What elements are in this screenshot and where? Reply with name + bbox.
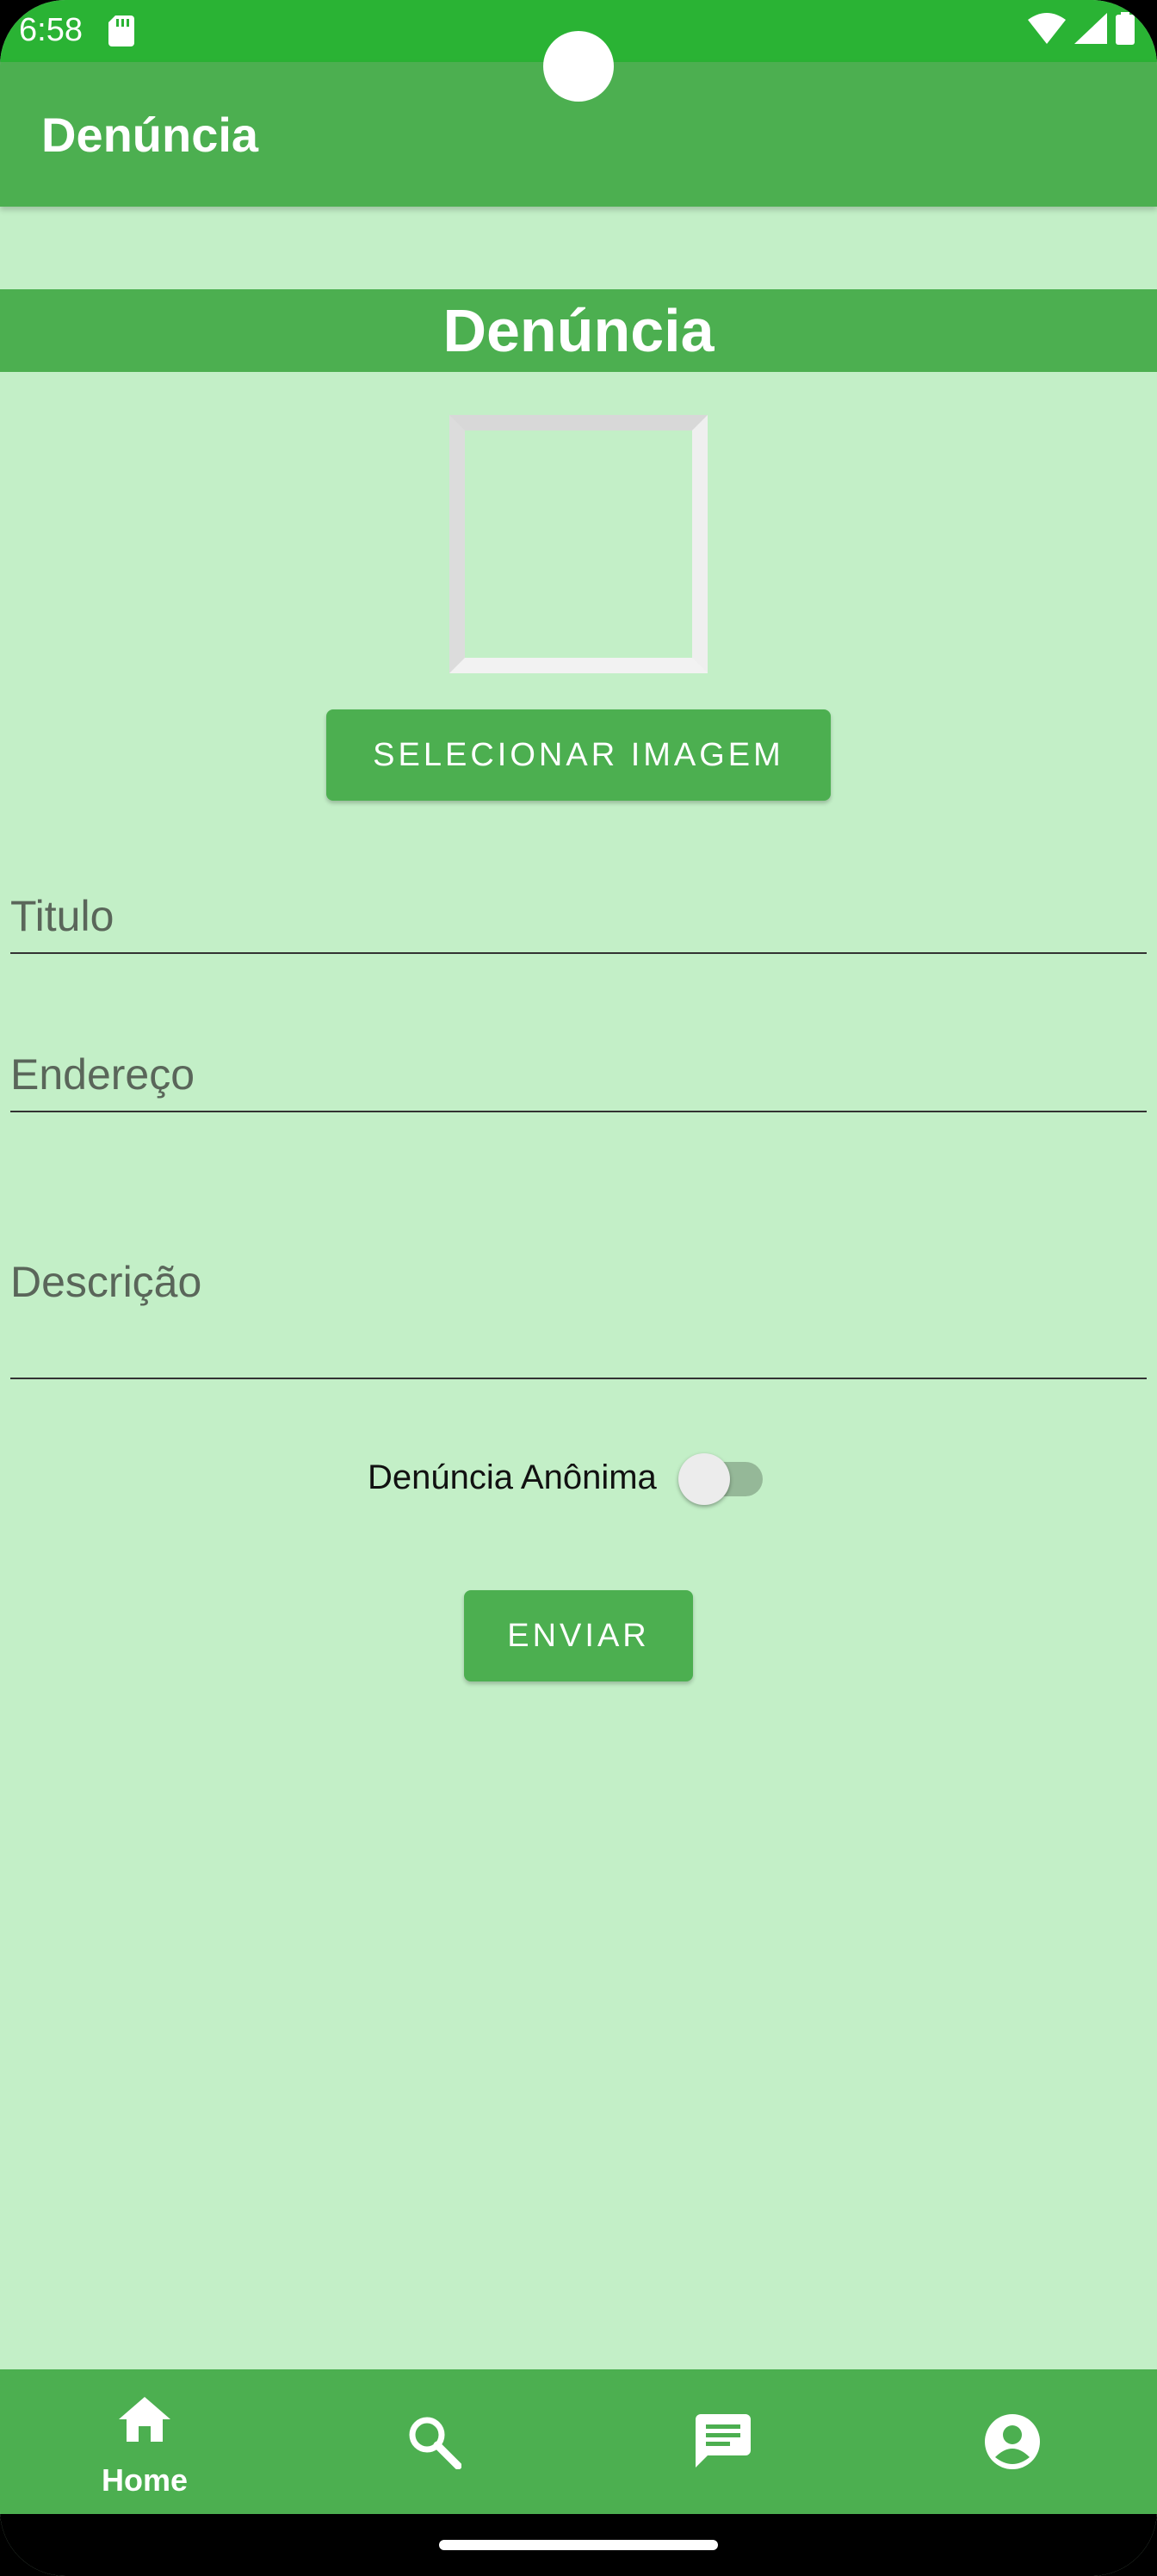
description-input[interactable]: [10, 1257, 1147, 1360]
title-input[interactable]: [10, 880, 1147, 952]
address-input[interactable]: [10, 1038, 1147, 1111]
nav-item-home-label: Home: [101, 2462, 189, 2498]
nav-item-account[interactable]: [868, 2369, 1157, 2514]
nav-item-chat[interactable]: [578, 2369, 868, 2514]
account-icon: [985, 2414, 1040, 2469]
camera-cutout: [543, 31, 614, 102]
description-field: [10, 1257, 1147, 1379]
signal-icon: [1074, 13, 1107, 44]
address-field: [10, 1038, 1147, 1112]
image-preview: [449, 415, 708, 673]
bottom-navigation: Home: [0, 2369, 1157, 2514]
nav-item-search[interactable]: [289, 2369, 578, 2514]
search-icon: [409, 2417, 461, 2469]
form-header-title: Denúncia: [442, 297, 715, 364]
anonymous-switch-thumb[interactable]: [678, 1453, 730, 1505]
gesture-handle[interactable]: [439, 2540, 718, 2550]
phone-screen: 6:58 Denúncia Denúncia SELECIONAR IMAGEM…: [0, 0, 1157, 2576]
status-icons: [1028, 12, 1135, 45]
nav-item-home[interactable]: Home: [0, 2369, 289, 2514]
chat-icon: [696, 2414, 751, 2468]
form-header: Denúncia: [0, 289, 1157, 372]
sd-card-icon: [108, 15, 134, 46]
select-image-button[interactable]: SELECIONAR IMAGEM: [326, 709, 831, 801]
home-icon: [119, 2397, 170, 2442]
wifi-icon: [1028, 13, 1066, 44]
status-time: 6:58: [19, 12, 83, 48]
app-bar-title: Denúncia: [41, 108, 259, 162]
battery-icon: [1116, 12, 1135, 45]
title-field: [10, 880, 1147, 954]
anonymous-label: Denúncia Anônima: [368, 1458, 657, 1496]
send-button[interactable]: ENVIAR: [464, 1590, 693, 1681]
anonymous-toggle-row: Denúncia Anônima: [0, 1450, 1157, 1507]
gesture-area: [0, 2514, 1157, 2576]
